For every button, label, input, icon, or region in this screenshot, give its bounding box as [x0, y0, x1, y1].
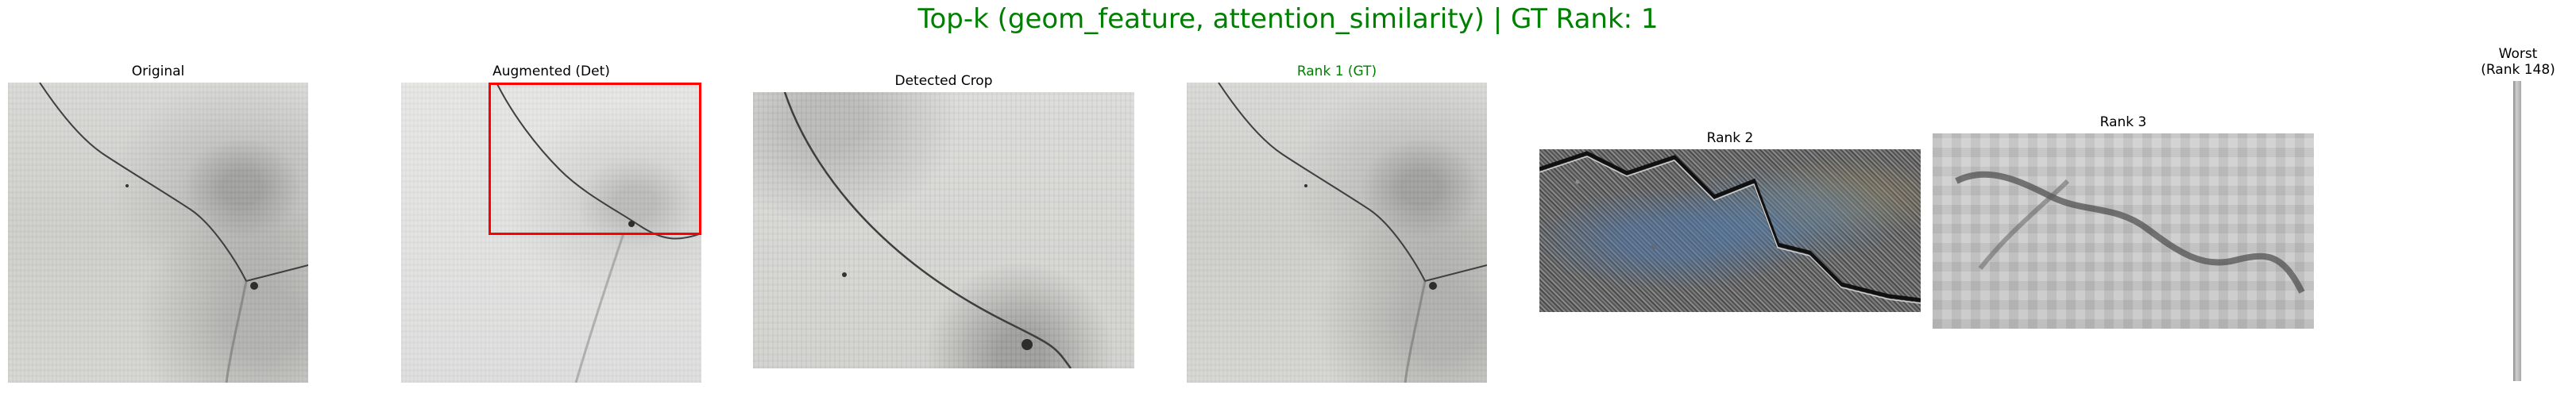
augmented-image [401, 83, 701, 383]
worst-label-line1: Worst [2498, 46, 2538, 62]
worst-image [2513, 81, 2521, 381]
panel-label-original: Original [131, 64, 185, 79]
panel-label-rank2: Rank 2 [1706, 130, 1754, 146]
panel-label-rank3: Rank 3 [2099, 114, 2147, 130]
worst-label-line2: (Rank 148) [2481, 62, 2555, 78]
detection-box [489, 83, 701, 235]
original-image [8, 83, 308, 383]
figure-title: Top-k (geom_feature, attention_similarit… [917, 3, 1659, 35]
panel-label-augmented: Augmented (Det) [492, 64, 610, 79]
rank2-image [1539, 149, 1921, 312]
panel-label-crop: Detected Crop [894, 73, 993, 89]
panel-label-rank1: Rank 1 (GT) [1296, 64, 1377, 79]
rank3-image [1933, 133, 2314, 329]
panel-label-worst: Worst (Rank 148) [2470, 46, 2566, 78]
detected-crop-image [753, 92, 1134, 368]
rank1-image [1187, 83, 1487, 383]
